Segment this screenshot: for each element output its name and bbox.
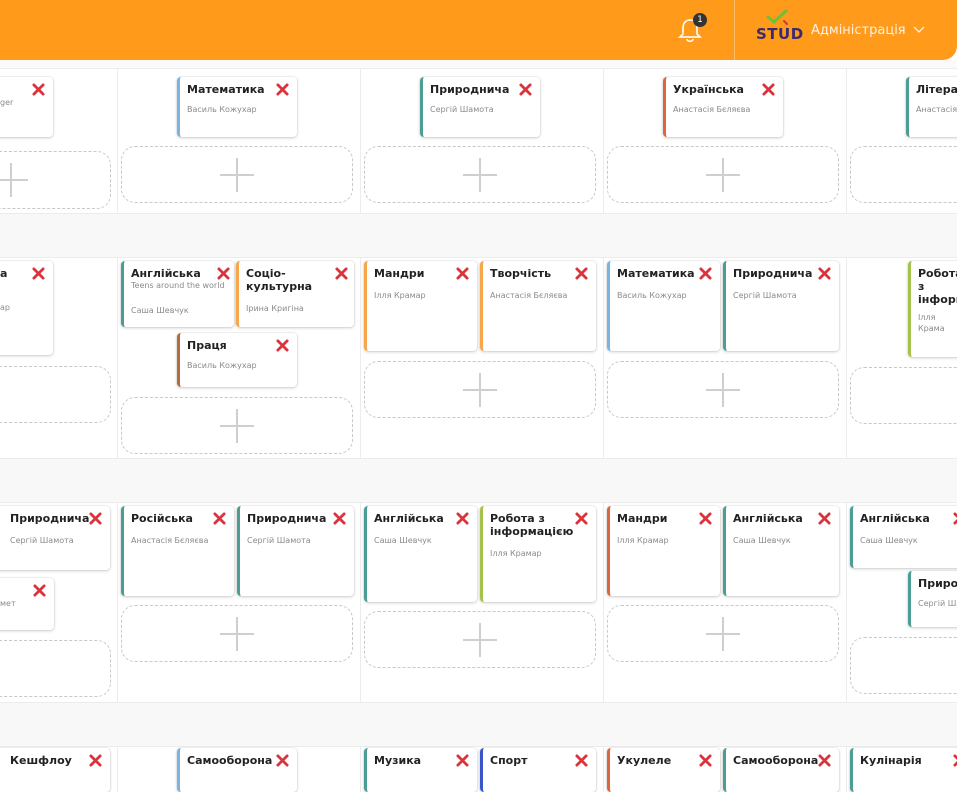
lesson-card[interactable]: Природнича Сергій Шамота	[0, 506, 110, 570]
plus-icon	[220, 158, 254, 192]
close-x-icon[interactable]	[953, 754, 957, 767]
lesson-card[interactable]: Математика Василь Кожухар	[177, 77, 297, 137]
lesson-card[interactable]: Мандри Ілля Крамар	[607, 506, 720, 596]
notification-count-badge: 1	[693, 13, 707, 27]
column-divider	[846, 60, 847, 792]
lesson-card[interactable]: Праця Василь Кожухар	[177, 333, 297, 387]
lesson-card[interactable]: Робота з інформа Ілля Крама	[908, 261, 957, 357]
chevron-down-icon[interactable]	[913, 26, 925, 34]
close-x-icon[interactable]	[699, 512, 712, 525]
lesson-card[interactable]: Соціо-культурна Ірина Кригіна	[236, 261, 354, 327]
row-separator-band	[0, 702, 957, 747]
close-x-icon[interactable]	[575, 754, 588, 767]
plus-icon	[463, 158, 497, 192]
lesson-card[interactable]: Природнича Сергій Шамота	[723, 261, 839, 351]
lesson-card[interactable]: Мандри Ілля Крамар	[364, 261, 477, 351]
close-x-icon[interactable]	[818, 267, 831, 280]
close-x-icon[interactable]	[89, 754, 102, 767]
lesson-card[interactable]: Природнича Сергій Шамота	[420, 77, 540, 137]
lesson-card[interactable]: Англійська Teens around the world Саша Ш…	[121, 261, 234, 327]
add-lesson-button[interactable]	[607, 146, 839, 203]
close-x-icon[interactable]	[762, 83, 775, 96]
add-lesson-button[interactable]	[364, 361, 596, 418]
lesson-card[interactable]: Спорт	[480, 748, 596, 792]
lesson-card[interactable]: ger	[0, 77, 53, 137]
user-role-menu[interactable]: Адміністрація	[811, 23, 906, 38]
lesson-card[interactable]: Творчість Анастасія Бєляєва	[480, 261, 596, 351]
lesson-card[interactable]: Літерату Анастасія	[906, 77, 957, 137]
plus-icon	[220, 617, 254, 651]
add-lesson-button[interactable]	[850, 146, 957, 203]
close-x-icon[interactable]	[213, 512, 226, 525]
plus-icon	[0, 163, 28, 197]
add-lesson-button[interactable]	[364, 146, 596, 203]
close-x-icon[interactable]	[818, 512, 831, 525]
add-lesson-button[interactable]	[607, 605, 839, 662]
lesson-card[interactable]: Музика	[364, 748, 477, 792]
logo-check-icon	[766, 9, 788, 25]
column-divider	[117, 60, 118, 792]
plus-icon	[706, 617, 740, 651]
lesson-card[interactable]: Укулеле	[607, 748, 720, 792]
add-lesson-button[interactable]	[121, 605, 353, 662]
close-x-icon[interactable]	[575, 512, 588, 525]
column-divider	[360, 60, 361, 792]
close-x-icon[interactable]	[217, 267, 230, 280]
plus-icon	[220, 409, 254, 443]
close-x-icon[interactable]	[456, 754, 469, 767]
lesson-card[interactable]: Англійська Саша Шевчук	[364, 506, 477, 602]
lesson-card[interactable]: мет	[0, 578, 54, 630]
lesson-card[interactable]: Російська Анастасія Бєляєва	[121, 506, 234, 596]
close-x-icon[interactable]	[953, 512, 957, 525]
close-x-icon[interactable]	[519, 83, 532, 96]
close-x-icon[interactable]	[89, 512, 102, 525]
lesson-card[interactable]: Англійська Саша Шевчук	[850, 506, 957, 568]
add-lesson-button[interactable]	[364, 611, 596, 668]
close-x-icon[interactable]	[699, 267, 712, 280]
close-x-icon[interactable]	[276, 83, 289, 96]
add-lesson-button[interactable]	[850, 637, 957, 694]
header-divider	[734, 0, 735, 60]
close-x-icon[interactable]	[276, 339, 289, 352]
lesson-card[interactable]: Робота з інформацією Ілля Крамар	[480, 506, 596, 602]
lesson-card[interactable]: а ар	[0, 261, 53, 355]
row-separator-band	[0, 458, 957, 503]
logo[interactable]: STUD	[756, 25, 804, 43]
lesson-card[interactable]: Природн Сергій Ша	[908, 571, 957, 627]
column-divider	[603, 60, 604, 792]
plus-icon	[463, 623, 497, 657]
add-lesson-button[interactable]	[0, 366, 111, 423]
add-lesson-button[interactable]	[850, 367, 957, 424]
add-lesson-button[interactable]	[0, 151, 111, 209]
close-x-icon[interactable]	[32, 83, 45, 96]
lesson-card[interactable]: Математика Василь Кожухар	[607, 261, 720, 351]
close-x-icon[interactable]	[276, 754, 289, 767]
lesson-card[interactable]: Українська Анастасія Бєляєва	[663, 77, 783, 137]
close-x-icon[interactable]	[32, 267, 45, 280]
add-lesson-button[interactable]	[121, 146, 353, 203]
close-x-icon[interactable]	[575, 267, 588, 280]
lesson-card[interactable]: Кешфлоу	[0, 748, 110, 792]
top-strip	[0, 60, 957, 69]
add-lesson-button[interactable]	[0, 640, 111, 697]
add-lesson-button[interactable]	[607, 361, 839, 418]
close-x-icon[interactable]	[335, 267, 348, 280]
close-x-icon[interactable]	[699, 754, 712, 767]
close-x-icon[interactable]	[818, 754, 831, 767]
close-x-icon[interactable]	[33, 584, 46, 597]
lesson-card[interactable]: Англійська Саша Шевчук	[723, 506, 839, 596]
close-x-icon[interactable]	[456, 512, 469, 525]
plus-icon	[706, 373, 740, 407]
close-x-icon[interactable]	[456, 267, 469, 280]
add-lesson-button[interactable]	[121, 397, 353, 454]
plus-icon	[463, 373, 497, 407]
top-bar: 1 STUD Адміністрація	[0, 0, 957, 60]
plus-icon	[706, 158, 740, 192]
lesson-card[interactable]: Самооборона	[177, 748, 297, 792]
row-separator-band	[0, 213, 957, 258]
lesson-card[interactable]: Природнича Сергій Шамота	[237, 506, 354, 596]
close-x-icon[interactable]	[333, 512, 346, 525]
lesson-card[interactable]: Самооборона	[723, 748, 839, 792]
lesson-card[interactable]: Кулінарія	[850, 748, 957, 792]
